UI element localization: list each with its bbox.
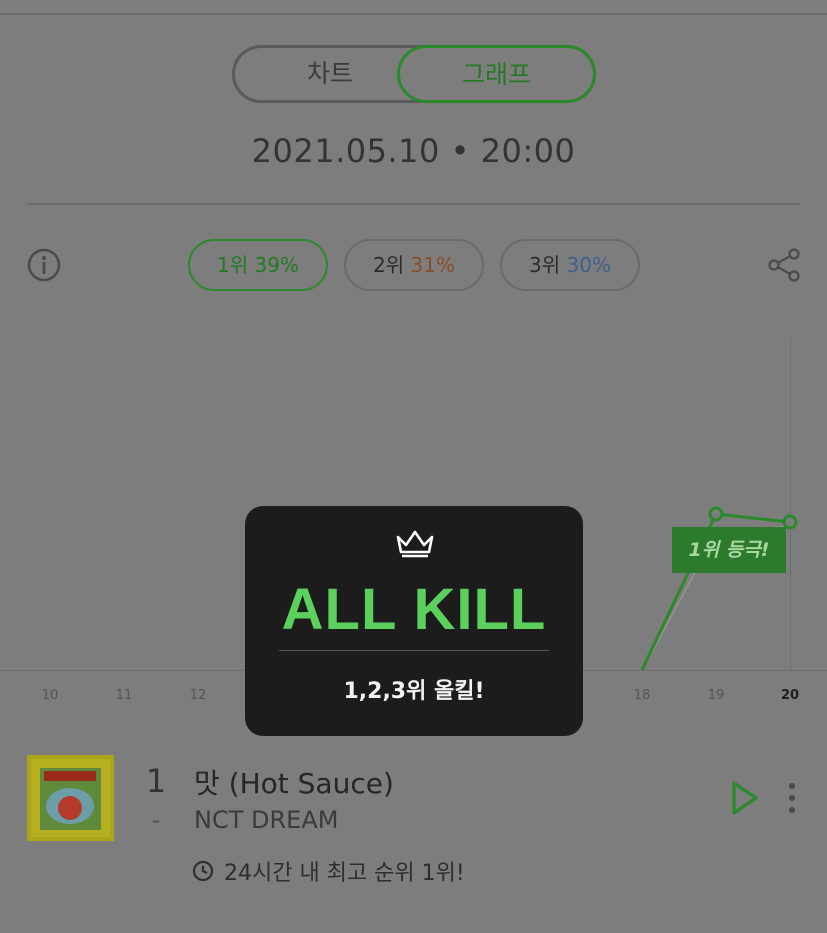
best-rank-note: 24시간 내 최고 순위 1위! <box>192 855 465 887</box>
rank-change: - <box>151 806 161 834</box>
rank-chart <box>640 506 798 671</box>
artist-name[interactable]: NCT DREAM <box>194 806 338 834</box>
first-place-tag: 1위 등극! <box>672 527 786 573</box>
more-vertical-icon[interactable] <box>785 782 799 814</box>
all-kill-subtitle: 1,2,3위 올킬! <box>343 679 485 704</box>
all-kill-title: ALL KILL <box>281 577 547 642</box>
play-icon[interactable] <box>730 780 760 816</box>
song-rank: 1 <box>145 762 167 800</box>
clock-icon <box>192 860 214 882</box>
album-cover[interactable] <box>27 755 114 841</box>
best-rank-text: 24시간 내 최고 순위 1위! <box>224 861 465 886</box>
song-title[interactable]: 맛 (Hot Sauce) <box>194 762 394 802</box>
series-point <box>708 506 724 522</box>
all-kill-popup[interactable]: ALL KILL 1,2,3위 올킬! <box>245 506 583 736</box>
crown-icon <box>396 530 434 558</box>
popup-divider <box>279 650 549 651</box>
